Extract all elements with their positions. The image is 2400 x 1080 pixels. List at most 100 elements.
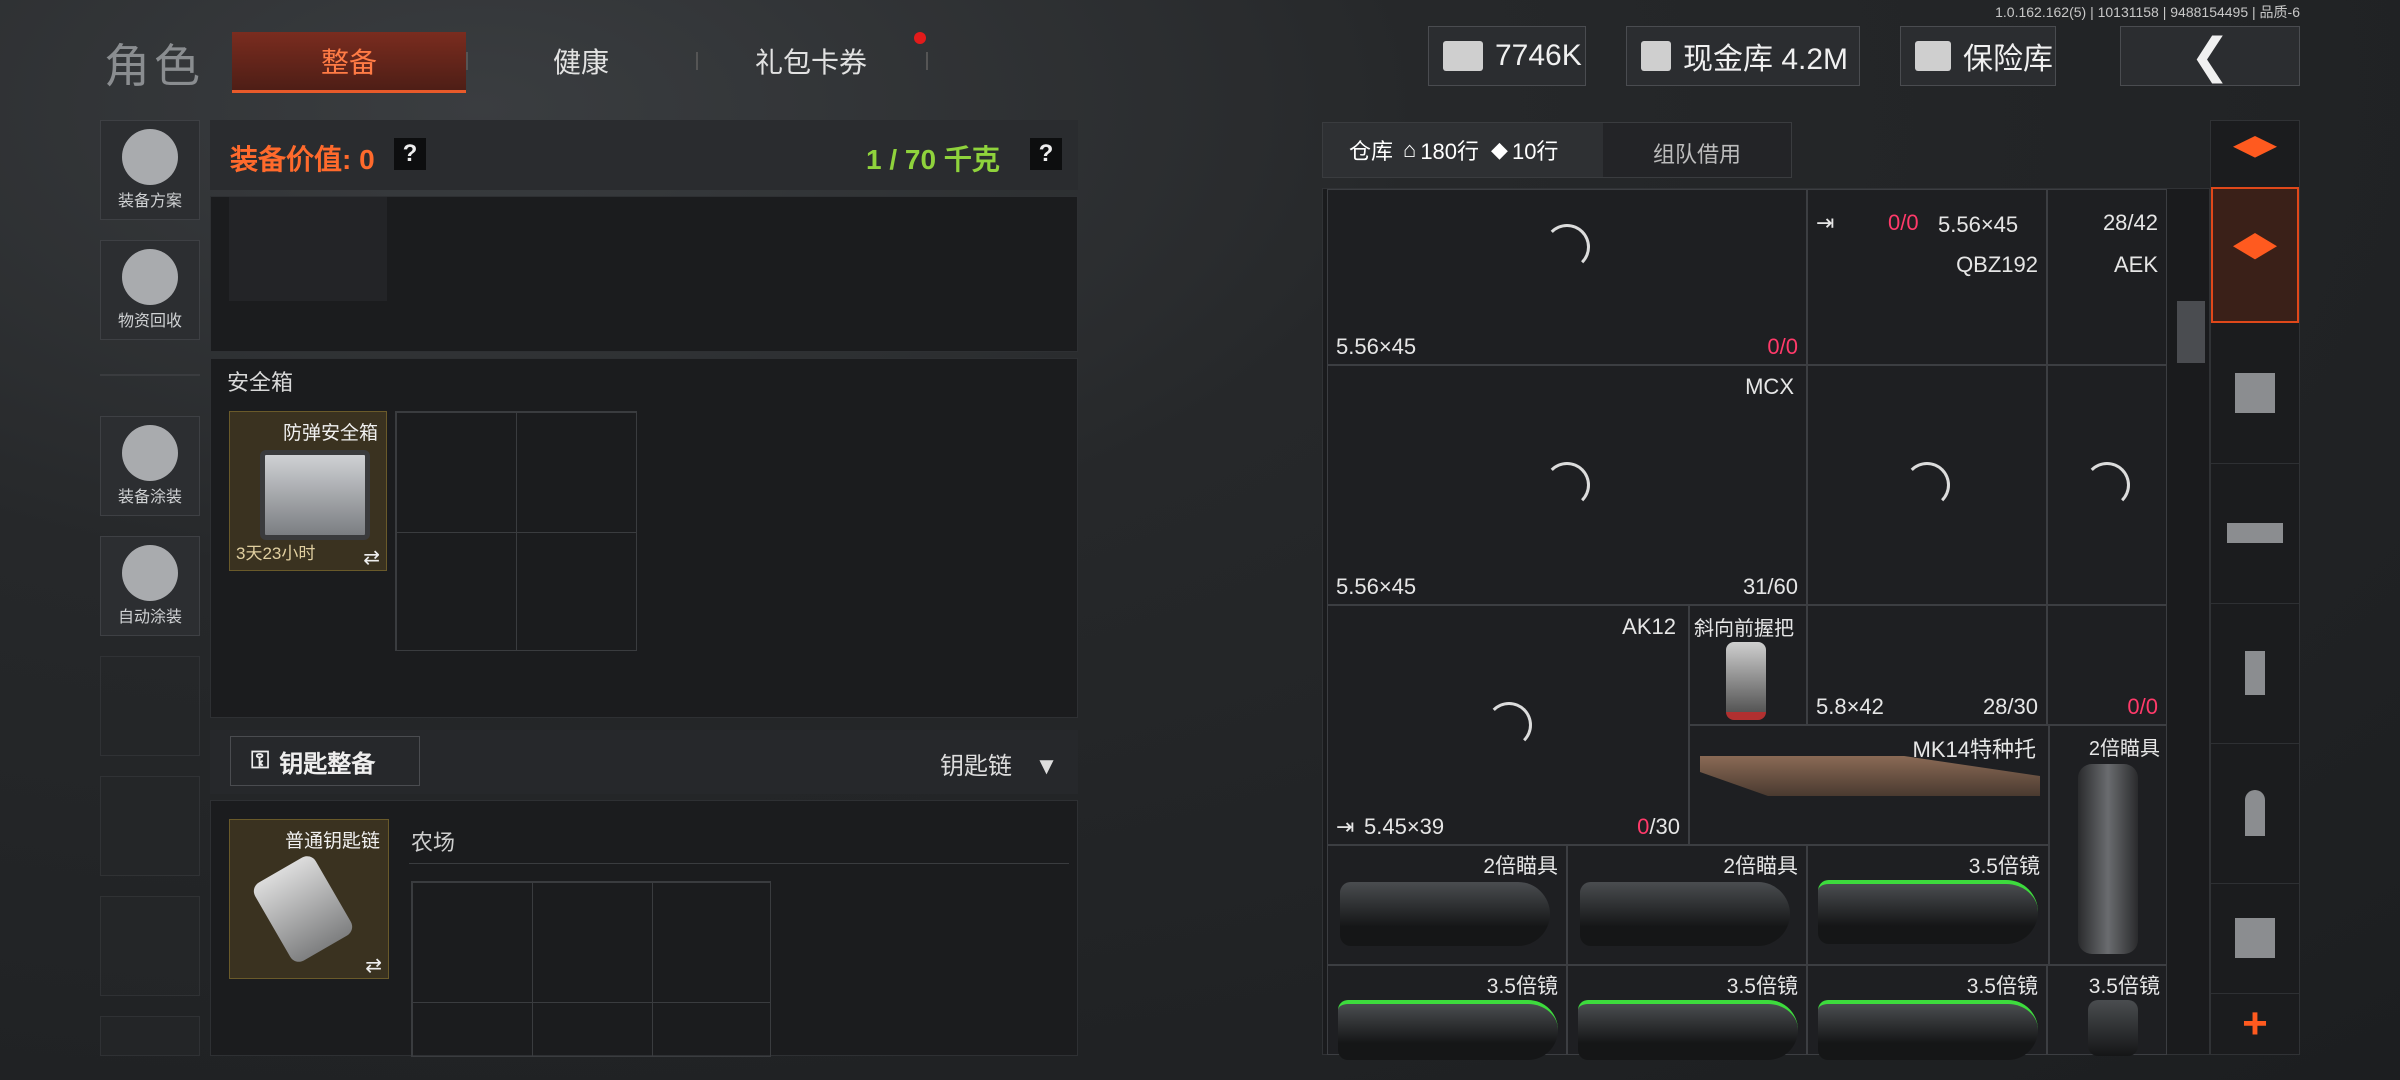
item-name: 3.5倍镜 [2088, 975, 2160, 998]
location-label: 农场 [411, 830, 456, 855]
currency-display[interactable]: 7746K [1428, 26, 1586, 86]
insurance-button[interactable]: 保险库 [1900, 26, 2056, 86]
brush-gear-icon [122, 545, 178, 601]
scope-image [2078, 764, 2138, 954]
warehouse-item[interactable]: 2倍瞄具 [2049, 725, 2167, 965]
warehouse-item[interactable]: 3.5倍镜 [1567, 965, 1807, 1060]
currency-value: 7746K [1495, 39, 1582, 72]
equipment-paint-button[interactable]: 装备涂装 [100, 416, 200, 516]
warehouse-tabbar: 仓库 ⌂ 180行 ◆ 10行 组队借用 [1322, 122, 1792, 178]
cash-vault-label: 现金库 4.2M [1683, 43, 1849, 76]
recycle-button[interactable]: 物资回收 [100, 240, 200, 340]
warehouse-item[interactable]: 3.5倍镜 [2047, 965, 2167, 1056]
caliber-text: 5.45×39 [1364, 814, 1445, 839]
item-name: 3.5倍镜 [1726, 975, 1798, 998]
tab-health[interactable]: 健康 [468, 32, 694, 90]
ammo-current: 0 [1637, 814, 1650, 839]
ammo-count: 0/0 [1767, 334, 1798, 359]
warehouse-item[interactable]: 3.5倍镜 [1807, 965, 2047, 1060]
scope-image [1818, 1000, 2038, 1060]
category-magazine[interactable] [2211, 603, 2299, 744]
warehouse-item[interactable]: 2倍瞄具 [1567, 845, 1807, 965]
grip-image [1726, 642, 1766, 720]
cash-vault-button[interactable]: 现金库 4.2M [1626, 26, 1860, 86]
dropdown-label: 钥匙链 [940, 753, 1012, 780]
ammo-max: 0 [2145, 694, 2158, 719]
scope-image [1578, 1000, 1798, 1060]
warehouse-item[interactable]: 5.8×42 28/30 [1807, 605, 2047, 725]
tab-loadout[interactable]: 整备 [232, 32, 466, 93]
category-weapon[interactable] [2211, 463, 2299, 604]
loadout-header: 装备价值: 0 ? 1 / 70 千克 ? [210, 120, 1078, 190]
warehouse-item[interactable]: ⇥ 0/0 5.56×45 QBZ192 [1807, 189, 2047, 365]
add-button[interactable]: + [2211, 993, 2299, 1055]
warehouse-item[interactable]: 2倍瞄具 [1327, 845, 1567, 965]
tab-label: 整备 [320, 47, 377, 78]
loadout-plan-button[interactable]: 装备方案 [100, 120, 200, 220]
warehouse-item[interactable]: MK14特种托 [1689, 725, 2049, 845]
safebox-grid[interactable] [395, 411, 637, 651]
helmet-paint-icon [122, 425, 178, 481]
auto-paint-button[interactable]: 自动涂装 [100, 536, 200, 636]
notification-badge [914, 32, 926, 44]
ammo-max: 0 [1906, 210, 1919, 235]
safebox-item[interactable]: 防弹安全箱 3天23小时 ⇄ [229, 411, 387, 571]
keychain-dropdown[interactable]: 钥匙链 ▼ [940, 746, 1058, 781]
category-attachment[interactable] [2211, 883, 2299, 994]
key-grid[interactable] [411, 881, 771, 1057]
rows-count: 180行 [1420, 139, 1480, 164]
item-name: AEK [2113, 252, 2158, 277]
safebox-title: 安全箱 [227, 370, 294, 395]
loading-icon [1544, 462, 1590, 508]
sort-refresh-button[interactable] [2211, 121, 2299, 188]
exit-icon: ⇥ [1816, 210, 1835, 235]
scope-image [1340, 882, 1550, 946]
keychain-item[interactable]: 普通钥匙链 ⇄ [229, 819, 389, 979]
warehouse-item[interactable]: AK12 ⇥ 5.45×39 0/30 [1327, 605, 1689, 845]
swap-icon[interactable]: ⇄ [363, 545, 380, 570]
loading-icon [1904, 462, 1950, 508]
category-armor[interactable] [2211, 323, 2299, 464]
scrollbar-thumb[interactable] [2177, 301, 2205, 363]
tab-warehouse[interactable]: 仓库 ⌂ 180行 ◆ 10行 [1323, 123, 1603, 177]
warehouse-item[interactable]: MCX 5.56×45 31/60 [1327, 365, 1807, 605]
empty-slot [100, 776, 200, 876]
vault-icon [1641, 41, 1671, 71]
warehouse-item[interactable] [2047, 365, 2167, 605]
rifle-icon [2227, 523, 2283, 543]
item-name: 3.5倍镜 [1486, 975, 1558, 998]
warehouse-item[interactable]: 28/42 AEK [2047, 189, 2167, 365]
tab-team-borrow[interactable]: 组队借用 [1653, 137, 1741, 169]
warehouse-grid: 5.56×45 0/0 ⇥ 0/0 5.56×45 QBZ192 28/42 A… [1322, 188, 2210, 1060]
swap-icon[interactable]: ⇄ [365, 953, 382, 978]
item-name: 2倍瞄具 [1483, 855, 1558, 878]
back-button[interactable]: ❮ [2120, 26, 2300, 86]
warehouse-item[interactable] [1807, 365, 2047, 605]
keys-header: ⚿ 钥匙整备 钥匙链 ▼ [210, 730, 1078, 794]
ammo-current: 0 [2127, 694, 2140, 719]
ammo-max: 0 [1785, 334, 1798, 359]
warehouse-item[interactable]: 3.5倍镜 [1807, 845, 2049, 965]
safebox-panel: 安全箱 防弹安全箱 3天23小时 ⇄ [210, 358, 1078, 718]
bullet-icon [2245, 790, 2265, 836]
scope-image [2088, 1000, 2138, 1056]
warehouse-item[interactable]: 3.5倍镜 [1327, 965, 1567, 1060]
item-name: 3.5倍镜 [1968, 855, 2040, 878]
helmet-grid-icon [122, 129, 178, 185]
tab-label: 健康 [552, 47, 609, 78]
key-prep-button[interactable]: ⚿ 钥匙整备 [230, 736, 420, 786]
ammo-count: 0/30 [1637, 814, 1680, 839]
item-name: 2倍瞄具 [1723, 855, 1798, 878]
warehouse-item[interactable]: 0/0 [2047, 605, 2167, 725]
timer-text: 3天23小时 [236, 544, 316, 563]
help-icon[interactable]: ? [1030, 138, 1062, 170]
category-all[interactable] [2211, 187, 2299, 323]
warehouse-item[interactable]: 斜向前握把 [1689, 605, 1807, 725]
tab-gifts[interactable]: 礼包卡券 [698, 32, 924, 90]
vest-icon [2235, 373, 2275, 413]
help-icon[interactable]: ? [394, 138, 426, 170]
warehouse-item[interactable]: 5.56×45 0/0 [1327, 189, 1807, 365]
category-ammo[interactable] [2211, 743, 2299, 884]
scrollbar[interactable] [2175, 189, 2205, 1055]
tab-label: 礼包卡券 [754, 47, 867, 78]
